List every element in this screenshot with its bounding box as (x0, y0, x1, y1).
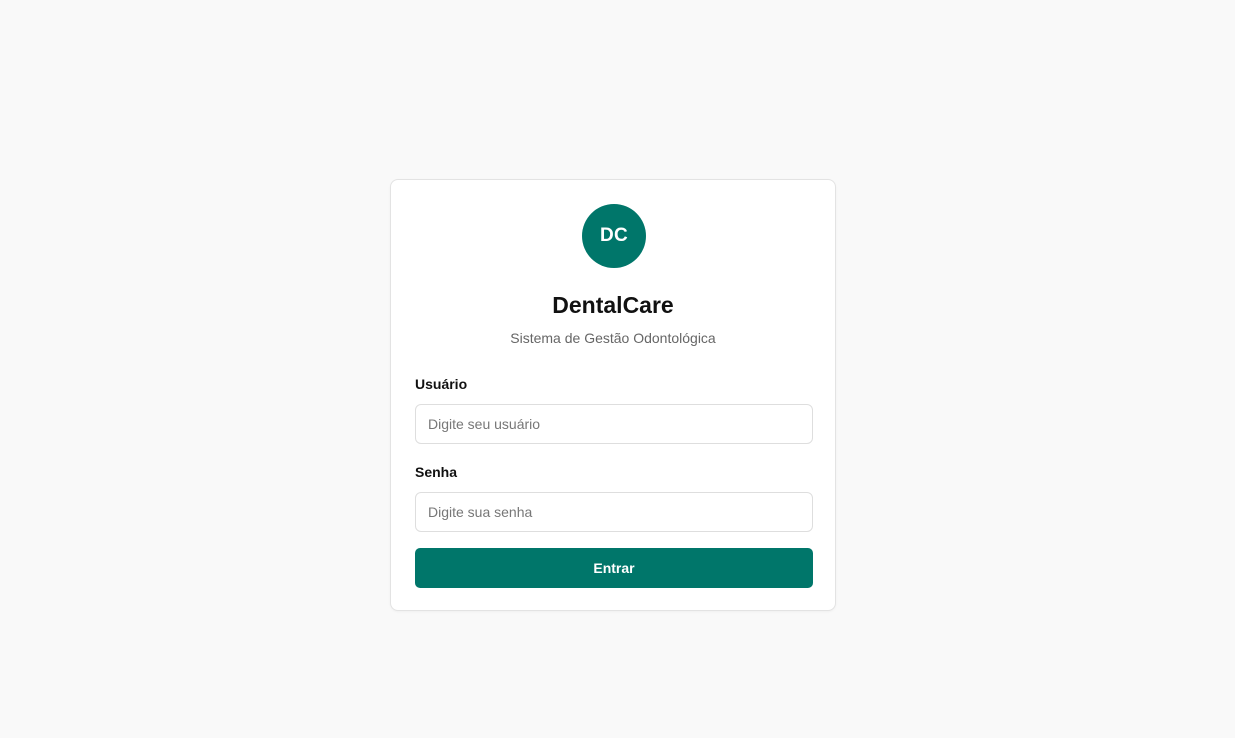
app-title: DentalCare (552, 292, 674, 318)
username-input[interactable] (415, 404, 813, 444)
login-card: DC DentalCare Sistema de Gestão Odontoló… (390, 179, 836, 611)
logo-avatar: DC (582, 204, 646, 268)
login-button[interactable]: Entrar (415, 548, 813, 588)
password-label: Senha (415, 464, 458, 480)
password-input[interactable] (415, 492, 813, 532)
login-page: DC DentalCare Sistema de Gestão Odontoló… (0, 0, 1235, 738)
logo-initials: DC (599, 225, 629, 246)
username-label: Usuário (415, 376, 468, 392)
app-subtitle: Sistema de Gestão Odontológica (510, 330, 716, 346)
